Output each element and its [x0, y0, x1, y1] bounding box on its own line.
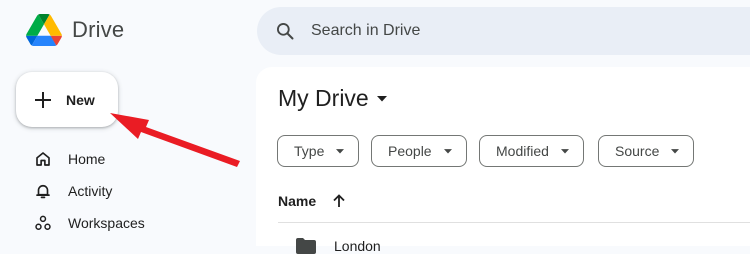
caret-down-icon: [671, 148, 680, 154]
filter-label: Source: [615, 143, 660, 159]
filter-people[interactable]: People: [371, 135, 467, 167]
folder-icon: [296, 238, 316, 254]
divider: [278, 222, 750, 223]
search-bar[interactable]: Search in Drive: [257, 7, 750, 55]
caret-down-icon: [376, 95, 387, 102]
filter-label: Type: [294, 143, 325, 159]
bell-icon: [33, 181, 53, 201]
sidebar-item-activity[interactable]: Activity: [33, 179, 112, 203]
filter-label: People: [388, 143, 432, 159]
file-name: London: [334, 238, 381, 254]
home-icon: [33, 149, 53, 169]
sidebar-item-home[interactable]: Home: [33, 147, 105, 171]
filter-type[interactable]: Type: [277, 135, 360, 167]
column-header-label: Name: [278, 193, 317, 209]
page-title-text: My Drive: [278, 85, 369, 111]
search-input[interactable]: Search in Drive: [311, 22, 420, 40]
filter-modified[interactable]: Modified: [479, 135, 584, 167]
page-title[interactable]: My Drive: [278, 85, 387, 112]
caret-down-icon: [336, 148, 345, 154]
plus-icon: [34, 91, 52, 109]
caret-down-icon: [443, 148, 452, 154]
google-drive-logo-icon: [26, 14, 62, 46]
filter-source[interactable]: Source: [598, 135, 695, 167]
sidebar-item-label: Activity: [68, 183, 113, 199]
table-row[interactable]: London: [296, 238, 381, 254]
workspaces-icon: [33, 213, 53, 233]
sidebar-item-workspaces[interactable]: Workspaces: [33, 211, 145, 235]
caret-down-icon: [560, 148, 569, 154]
arrow-up-icon[interactable]: [332, 194, 346, 208]
app-name: Drive: [72, 17, 125, 42]
new-button-label: New: [66, 91, 95, 108]
sidebar-item-label: Home: [68, 151, 106, 167]
column-header-name[interactable]: Name: [278, 193, 346, 209]
drive-logo[interactable]: Drive: [26, 14, 124, 46]
main-panel: My Drive Type People Modified Source Nam…: [256, 67, 750, 254]
filter-label: Modified: [496, 143, 549, 159]
sidebar-item-label: Workspaces: [68, 215, 145, 231]
search-icon[interactable]: [275, 21, 295, 41]
new-button[interactable]: New: [16, 72, 118, 127]
